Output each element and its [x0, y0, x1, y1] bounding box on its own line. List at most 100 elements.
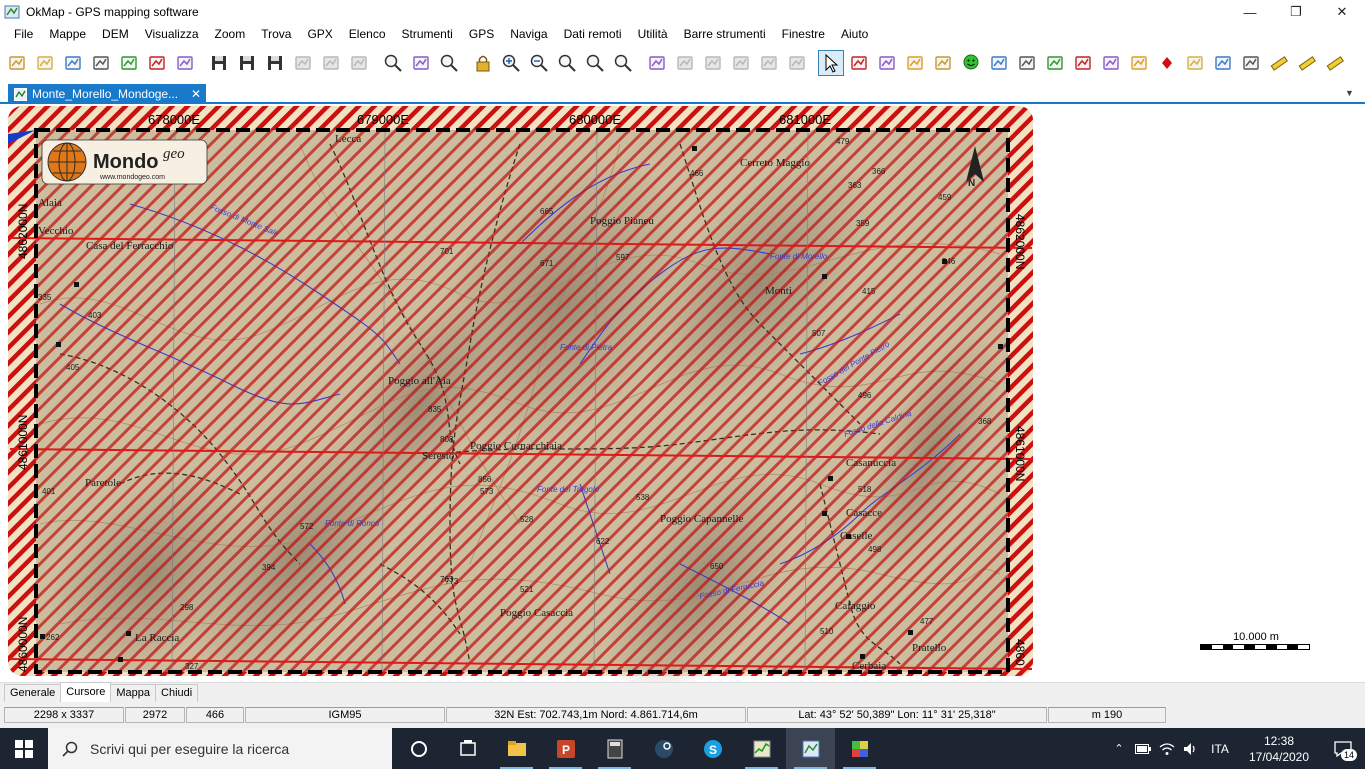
eraser-icon[interactable] — [902, 50, 928, 76]
clock[interactable]: 12:38 17/04/2020 — [1237, 733, 1321, 765]
calculator-icon — [607, 739, 622, 758]
route-curve-icon[interactable] — [1042, 50, 1068, 76]
smiley-waypoint-icon[interactable] — [958, 50, 984, 76]
disabled-tool-3-icon[interactable] — [728, 50, 754, 76]
document-tab[interactable]: Monte_Morello_Mondoge... ✕ — [8, 84, 206, 104]
map-calibrate-icon[interactable] — [88, 50, 114, 76]
open-map-icon[interactable] — [4, 50, 30, 76]
tab-list-dropdown-icon[interactable]: ▼ — [1345, 88, 1355, 98]
taskbar-app-task-view[interactable] — [443, 728, 492, 769]
zoom-fit-icon[interactable] — [436, 50, 462, 76]
ruler-icon[interactable] — [1266, 50, 1292, 76]
save-as-icon[interactable] — [234, 50, 260, 76]
zoom-out-icon[interactable] — [526, 50, 552, 76]
area-icon[interactable] — [1098, 50, 1124, 76]
taskbar-app-task-manager[interactable] — [737, 728, 786, 769]
menu-trova[interactable]: Trova — [253, 24, 299, 44]
map-properties-icon[interactable] — [172, 50, 198, 76]
spot-height-label: 808 — [440, 435, 454, 444]
wifi-icon[interactable] — [1155, 728, 1179, 769]
volume-icon[interactable] — [1179, 728, 1203, 769]
gpx-disabled-icon[interactable] — [290, 50, 316, 76]
select-add-icon[interactable] — [846, 50, 872, 76]
svg-text:S: S — [709, 743, 717, 757]
battery-icon[interactable] — [1131, 728, 1155, 769]
notification-center-button[interactable]: 14 — [1321, 728, 1365, 769]
tab-mappa[interactable]: Mappa — [110, 684, 157, 702]
polygon-icon[interactable] — [1070, 50, 1096, 76]
menu-dati-remoti[interactable]: Dati remoti — [556, 24, 630, 44]
menu-gps[interactable]: GPS — [461, 24, 502, 44]
edit-track-icon[interactable] — [644, 50, 670, 76]
menu-barre-strumenti[interactable]: Barre strumenti — [676, 24, 774, 44]
select-pointer-icon[interactable] — [818, 50, 844, 76]
menu-utilita[interactable]: Utilità — [630, 24, 676, 44]
topographic-map[interactable]: 678000E 679000E 680000E 681000E 4862000N… — [0, 104, 1040, 682]
map-view-icon[interactable] — [408, 50, 434, 76]
map-export-icon[interactable] — [144, 50, 170, 76]
taskbar-app-steam[interactable] — [639, 728, 688, 769]
comment-icon[interactable] — [986, 50, 1012, 76]
zoom-1-1-icon[interactable] — [610, 50, 636, 76]
zoom-in-icon[interactable] — [498, 50, 524, 76]
taskbar-app-cortana-circle[interactable] — [394, 728, 443, 769]
map-viewport[interactable]: 678000E 679000E 680000E 681000E 4862000N… — [0, 104, 1365, 682]
disabled-tool-4-icon[interactable] — [756, 50, 782, 76]
tab-generale[interactable]: Generale — [4, 684, 62, 702]
menu-dem[interactable]: DEM — [94, 24, 137, 44]
disabled-tool-1-icon[interactable] — [672, 50, 698, 76]
tab-cursore[interactable]: Cursore — [60, 682, 112, 702]
save-selected-icon[interactable] — [262, 50, 288, 76]
taskbar-app-calculator[interactable] — [590, 728, 639, 769]
tab-chiudi[interactable]: Chiudi — [155, 684, 199, 702]
lock-icon[interactable] — [470, 50, 496, 76]
zoom-previous-icon[interactable] — [582, 50, 608, 76]
menu-aiuto[interactable]: Aiuto — [833, 24, 876, 44]
close-button[interactable]: ✕ — [1319, 0, 1365, 24]
menu-mappe[interactable]: Mappe — [41, 24, 94, 44]
color-app-icon — [851, 740, 868, 757]
ruler-delete-icon[interactable] — [1322, 50, 1348, 76]
route-dots-icon[interactable] — [1014, 50, 1040, 76]
taskbar-app-okmap[interactable] — [786, 728, 835, 769]
menu-finestre[interactable]: Finestre — [774, 24, 833, 44]
waypoint-delete-icon[interactable] — [1238, 50, 1264, 76]
minimize-button[interactable]: — — [1227, 0, 1273, 24]
waypoint-diamond-icon[interactable] — [1154, 50, 1180, 76]
select-region-icon[interactable] — [874, 50, 900, 76]
move-icon[interactable] — [930, 50, 956, 76]
disabled-tool-5-icon[interactable] — [784, 50, 810, 76]
track-edit-icon[interactable] — [1126, 50, 1152, 76]
document-tab-close-icon[interactable]: ✕ — [188, 87, 204, 101]
menu-zoom[interactable]: Zoom — [207, 24, 254, 44]
menu-gpx[interactable]: GPX — [299, 24, 340, 44]
map-list-icon[interactable] — [60, 50, 86, 76]
zoom-window-icon[interactable] — [554, 50, 580, 76]
disabled-tool-2-icon[interactable] — [700, 50, 726, 76]
open-map-folder-icon[interactable] — [32, 50, 58, 76]
waypoint-arrow-icon[interactable] — [1182, 50, 1208, 76]
menu-naviga[interactable]: Naviga — [502, 24, 555, 44]
ruler-edit-icon[interactable] — [1294, 50, 1320, 76]
taskbar-search-box[interactable]: Scrivi qui per eseguire la ricerca — [48, 728, 392, 769]
taskbar-app-file-explorer[interactable] — [492, 728, 541, 769]
waypoint-move-icon[interactable] — [1210, 50, 1236, 76]
menu-visualizza[interactable]: Visualizza — [137, 24, 207, 44]
chevron-up-icon[interactable]: ⌃ — [1107, 728, 1131, 769]
search-location-icon[interactable] — [380, 50, 406, 76]
maximize-button[interactable]: ❐ — [1273, 0, 1319, 24]
menu-elenco[interactable]: Elenco — [341, 24, 394, 44]
start-button[interactable] — [0, 728, 48, 769]
print-preview-disabled-icon[interactable] — [346, 50, 372, 76]
zoom-fit-icon-glyph — [440, 54, 458, 72]
menu-file[interactable]: File — [6, 24, 41, 44]
menu-strumenti[interactable]: Strumenti — [394, 24, 461, 44]
save-icon[interactable] — [206, 50, 232, 76]
taskbar-app-skype[interactable]: S — [688, 728, 737, 769]
map-georef-icon[interactable] — [116, 50, 142, 76]
svg-text:N: N — [968, 178, 975, 189]
taskbar-app-color-app[interactable] — [835, 728, 884, 769]
print-disabled-icon[interactable] — [318, 50, 344, 76]
taskbar-app-powerpoint[interactable]: P — [541, 728, 590, 769]
language-indicator[interactable]: ITA — [1203, 742, 1237, 756]
